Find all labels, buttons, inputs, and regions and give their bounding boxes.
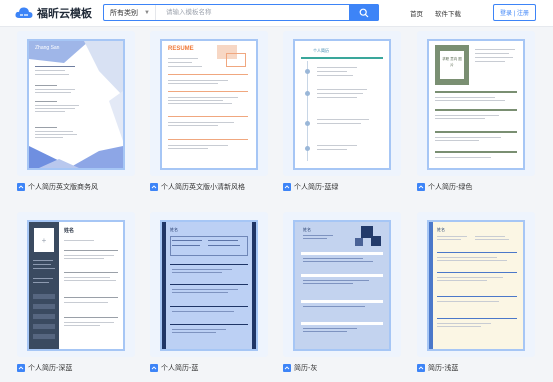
template-thumbnail[interactable]: 求职 意向 图片 <box>417 31 535 176</box>
resume-preview: 姓名 <box>293 220 391 351</box>
template-title: 简历-灰 <box>294 365 318 372</box>
template-card[interactable]: + 姓名 个人简历-深蓝 <box>17 212 135 372</box>
template-title: 个人简历英文版商务风 <box>28 184 98 191</box>
thumb-title: RESUME <box>168 46 194 52</box>
resume-preview: 求职 意向 图片 <box>427 39 525 170</box>
template-caption[interactable]: 个人简历-蓝 <box>150 363 198 373</box>
resume-preview: 姓名 <box>427 220 525 351</box>
template-thumbnail[interactable]: 个人简历 <box>283 31 401 176</box>
thumb-name: 姓名 <box>303 227 311 232</box>
template-card[interactable]: RESUME 个人简历英文版小清新风格 <box>150 31 268 191</box>
resume-preview: + 姓名 <box>27 220 125 351</box>
resume-preview: 个人简历 <box>293 39 391 170</box>
template-caption[interactable]: 简历-浅蓝 <box>417 363 458 373</box>
resume-preview: Zhang San <box>27 39 125 170</box>
cloud-icon <box>15 7 33 18</box>
thumb-name: Zhang San <box>35 45 60 51</box>
template-card[interactable]: 姓名 简历-灰 <box>283 212 401 372</box>
document-icon <box>417 364 425 372</box>
document-icon <box>283 364 291 372</box>
template-caption[interactable]: 个人简历-深蓝 <box>17 363 72 373</box>
template-card[interactable]: 求职 意向 图片 个人简历-绿色 <box>417 31 535 191</box>
document-icon <box>17 364 25 372</box>
nav-home[interactable]: 首页 <box>410 8 423 18</box>
photo-placeholder: 求职 意向 图片 <box>442 57 462 67</box>
document-icon <box>150 183 158 191</box>
document-icon <box>17 183 25 191</box>
template-card[interactable]: Zhang San 个人简历英文版商务风 <box>17 31 135 191</box>
template-caption[interactable]: 个人简历-绿色 <box>417 182 472 192</box>
template-caption[interactable]: 简历-灰 <box>283 363 317 373</box>
nav-download[interactable]: 软件下载 <box>435 8 461 18</box>
category-dropdown[interactable]: 所有类别 ▼ <box>104 5 156 20</box>
site-logo[interactable]: 福昕云模板 <box>15 5 92 21</box>
template-thumbnail[interactable]: 姓名 <box>150 212 268 357</box>
template-title: 个人简历-深蓝 <box>28 365 73 372</box>
top-header: 福昕云模板 所有类别 ▼ 首页 软件下载 登录 | 注册 <box>0 0 553 27</box>
template-caption[interactable]: 个人简历英文版商务风 <box>17 182 98 192</box>
template-title: 个人简历-蓝 <box>161 365 199 372</box>
photo-placeholder: + <box>34 228 54 252</box>
template-title: 个人简历-蓝绿 <box>294 184 339 191</box>
template-card[interactable]: 个人简历 个人简历-蓝绿 <box>283 31 401 191</box>
thumb-name: 姓名 <box>170 227 178 232</box>
search-icon <box>359 8 369 17</box>
search-input[interactable] <box>156 5 349 20</box>
template-thumbnail[interactable]: Zhang San <box>17 31 135 176</box>
template-title: 个人简历英文版小清新风格 <box>161 184 245 191</box>
thumb-name: 姓名 <box>437 227 445 232</box>
document-icon <box>150 364 158 372</box>
category-label: 所有类别 <box>110 9 138 17</box>
thumb-title: 个人简历 <box>313 48 329 53</box>
resume-preview: 姓名 <box>160 220 258 351</box>
template-caption[interactable]: 个人简历英文版小清新风格 <box>150 182 245 192</box>
template-thumbnail[interactable]: 姓名 <box>283 212 401 357</box>
thumb-name: 姓名 <box>64 228 75 234</box>
template-card[interactable]: 姓名 个人简历-蓝 <box>150 212 268 372</box>
template-caption[interactable]: 个人简历-蓝绿 <box>283 182 338 192</box>
template-card[interactable]: 姓名 简历-浅蓝 <box>417 212 535 372</box>
document-icon <box>417 183 425 191</box>
document-icon <box>283 183 291 191</box>
login-register-button[interactable]: 登录 | 注册 <box>493 4 536 21</box>
chevron-down-icon: ▼ <box>144 9 150 16</box>
template-title: 个人简历-绿色 <box>428 184 473 191</box>
search-bar: 所有类别 ▼ <box>103 4 379 21</box>
search-button[interactable] <box>349 4 379 21</box>
template-thumbnail[interactable]: + 姓名 <box>17 212 135 357</box>
resume-preview: RESUME <box>160 39 258 170</box>
template-thumbnail[interactable]: RESUME <box>150 31 268 176</box>
template-title: 简历-浅蓝 <box>428 365 459 372</box>
logo-text: 福昕云模板 <box>37 8 92 20</box>
template-thumbnail[interactable]: 姓名 <box>417 212 535 357</box>
